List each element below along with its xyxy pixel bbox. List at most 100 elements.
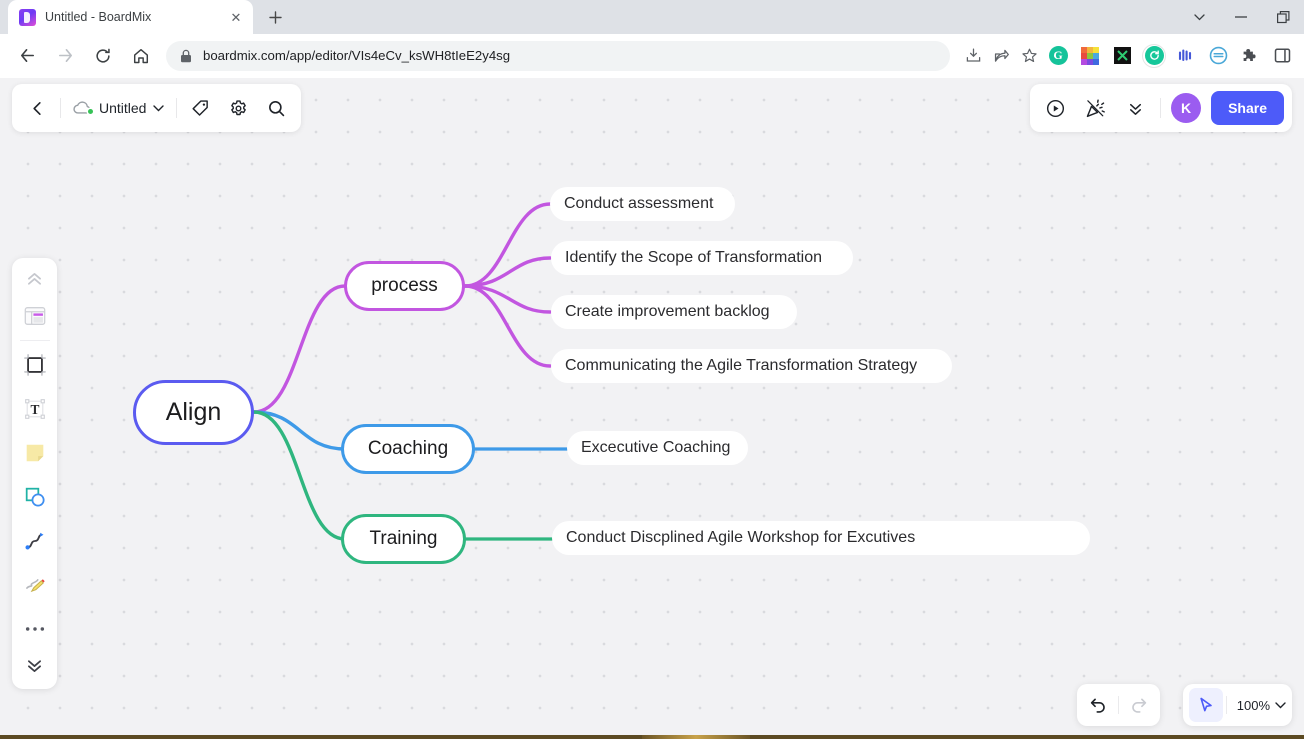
chevron-down-icon[interactable] — [1275, 701, 1286, 709]
connector-curve-icon — [24, 532, 43, 550]
chevron-left-icon — [32, 101, 41, 115]
sync-extension-icon[interactable] — [1139, 41, 1169, 71]
mindmap-branch-coaching[interactable]: Coaching — [341, 424, 475, 474]
rail-collapse-up-icon[interactable] — [16, 264, 54, 294]
gear-icon — [231, 99, 246, 115]
present-play-icon[interactable] — [1036, 89, 1074, 127]
restore-button[interactable] — [1262, 0, 1304, 34]
mindmap-root-node[interactable]: Align — [133, 380, 254, 445]
redo-arrow-icon — [1132, 698, 1147, 713]
divider — [19, 340, 50, 341]
tool-sticky-note[interactable] — [16, 431, 54, 475]
padlock-icon — [181, 49, 191, 62]
tool-frame[interactable] — [16, 343, 54, 387]
back-to-dashboard-button[interactable] — [18, 89, 56, 127]
side-panel-icon — [1274, 48, 1290, 63]
avatar[interactable]: K — [1171, 93, 1202, 123]
search-icon[interactable] — [257, 89, 295, 127]
celebrate-icon[interactable] — [1076, 89, 1114, 127]
redo-button[interactable] — [1122, 688, 1156, 722]
undo-arrow-icon — [1090, 698, 1105, 713]
share-button[interactable]: Share — [1211, 91, 1284, 125]
window-controls — [1178, 0, 1304, 34]
refresh-icon — [1149, 50, 1159, 60]
undo-redo-group — [1077, 684, 1160, 726]
mindmap-branch-process[interactable]: process — [344, 261, 465, 311]
share-arrow-icon — [994, 49, 1009, 62]
divider — [1160, 98, 1162, 118]
document-name: Untitled — [99, 100, 147, 116]
tool-rail: T — [12, 258, 57, 689]
browser-tabstrip: Untitled - BoardMix ✕ — [0, 0, 1304, 34]
cursor-select-tool[interactable] — [1188, 688, 1223, 722]
mindmap-node-label: Coaching — [367, 438, 449, 459]
undo-button[interactable] — [1081, 688, 1115, 722]
page-bottom-edge-highlight — [642, 735, 750, 739]
address-bar[interactable]: boardmix.com/app/editor/VIs4eCv_ksWH8tIe… — [166, 40, 950, 71]
home-button[interactable] — [125, 40, 157, 72]
tab-search-dropdown-button[interactable] — [1178, 0, 1220, 34]
puzzle-extensions-icon[interactable] — [1235, 41, 1265, 71]
reload-icon — [96, 48, 110, 63]
spreadsheet-extension-icon[interactable] — [1107, 41, 1137, 71]
more-options-icon — [25, 627, 44, 631]
mindmap-node-label: Communicating the Agile Transformation S… — [565, 357, 918, 374]
mindmap-branch-training[interactable]: Training — [341, 514, 466, 564]
mindmap-node-label: Excecutive Coaching — [581, 439, 731, 456]
rail-expand-down-icon[interactable] — [16, 651, 54, 681]
mindmap-leaf-node[interactable]: Identify the Scope of Transformation — [551, 241, 853, 275]
home-icon — [133, 48, 149, 63]
color-palette-extension-icon[interactable] — [1075, 41, 1105, 71]
tag-icon[interactable] — [181, 89, 219, 127]
close-icon[interactable]: ✕ — [227, 8, 245, 26]
mindmap-leaf-node[interactable]: Excecutive Coaching — [567, 431, 748, 465]
plus-icon — [268, 10, 282, 24]
mindmap-node-label: Conduct assessment — [564, 195, 714, 212]
tool-text[interactable]: T — [16, 387, 54, 431]
install-app-icon[interactable] — [960, 43, 986, 69]
tool-shapes[interactable] — [16, 475, 54, 519]
forward-button[interactable] — [49, 40, 81, 72]
reload-button[interactable] — [87, 40, 119, 72]
document-name-button[interactable]: Untitled — [65, 89, 172, 127]
tool-templates[interactable] — [16, 294, 54, 338]
browser-tab[interactable]: Untitled - BoardMix ✕ — [8, 0, 253, 34]
restore-icon — [1276, 10, 1289, 23]
divider — [60, 98, 61, 118]
new-tab-button[interactable] — [261, 3, 289, 31]
mindmap-leaf-node[interactable]: Create improvement backlog — [551, 295, 797, 329]
url-text: boardmix.com/app/editor/VIs4eCv_ksWH8tIe… — [203, 48, 511, 63]
mindmap-leaf-node[interactable]: Communicating the Agile Transformation S… — [551, 349, 952, 383]
mindmap-leaf-node[interactable]: Conduct Discplined Agile Workshop for Ex… — [552, 521, 1090, 555]
chevrons-down-icon[interactable] — [1116, 89, 1154, 127]
mindmap-leaf-node[interactable]: Conduct assessment — [550, 187, 735, 221]
zoom-level-label[interactable]: 100% — [1230, 698, 1275, 713]
share-page-icon[interactable] — [988, 43, 1014, 69]
mindmap-node-label: process — [371, 275, 438, 296]
text-icon: T — [24, 399, 45, 419]
tool-pen[interactable] — [16, 563, 54, 607]
stacked-circle-icon — [1209, 46, 1227, 65]
sidepanel-icon[interactable] — [1267, 41, 1297, 71]
settings-gear-icon[interactable] — [219, 89, 257, 127]
waveform-icon — [1178, 48, 1192, 61]
double-chevron-up-icon — [28, 272, 41, 285]
grammarly-extension-icon[interactable]: G — [1043, 41, 1073, 71]
layers-extension-icon[interactable] — [1203, 41, 1233, 71]
extension-icons: G — [1042, 41, 1298, 71]
puzzle-piece-icon — [1243, 48, 1256, 61]
browser-chrome: Untitled - BoardMix ✕ boardmix.com/app/e… — [0, 0, 1304, 78]
tool-connector[interactable] — [16, 519, 54, 563]
waveform-extension-icon[interactable] — [1171, 41, 1201, 71]
bookmark-star-icon[interactable] — [1016, 43, 1042, 69]
frame-icon — [23, 354, 46, 376]
double-chevron-down-icon — [1129, 103, 1141, 115]
boardmix-canvas[interactable]: Align process Coaching Training Conduct … — [0, 78, 1304, 739]
tool-more[interactable] — [16, 607, 54, 651]
minimize-button[interactable] — [1220, 0, 1262, 34]
cloud-saved-icon — [73, 101, 93, 115]
back-button[interactable] — [11, 40, 43, 72]
x-chart-icon — [1116, 50, 1128, 61]
magnifier-icon — [269, 100, 285, 116]
boardmix-logo-icon — [19, 8, 36, 26]
